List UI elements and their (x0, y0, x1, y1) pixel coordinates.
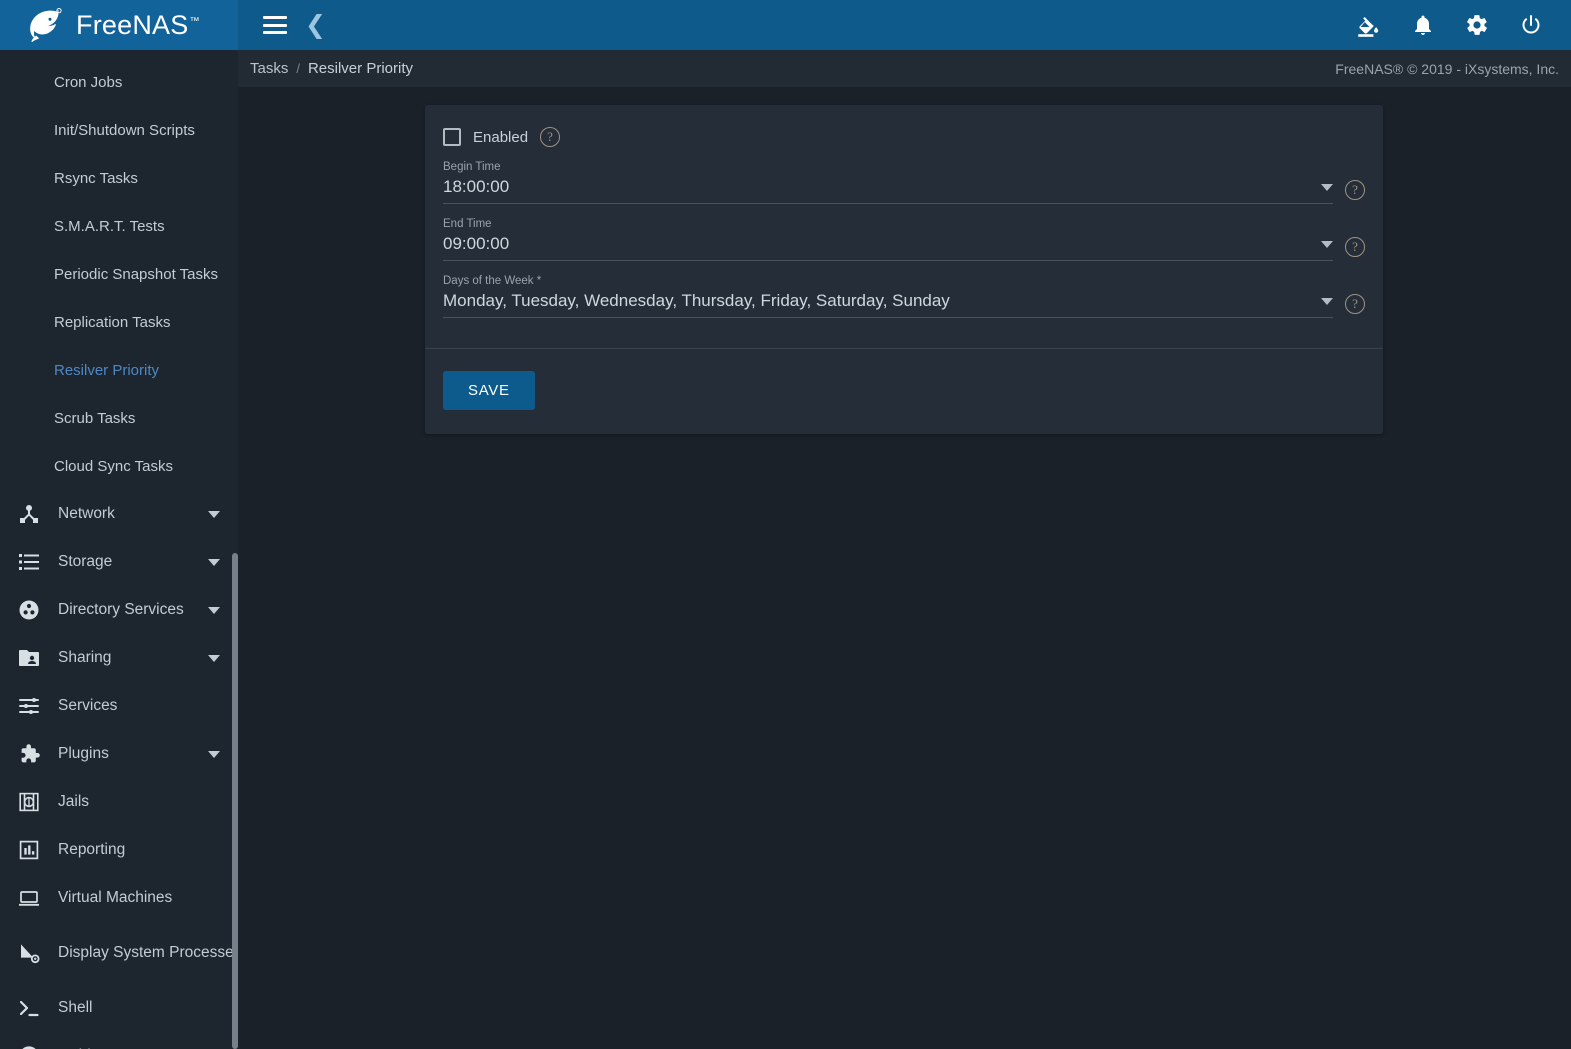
sidebar-item-jails[interactable]: Jails (0, 778, 238, 826)
sidebar-item-label: Plugins (58, 744, 109, 762)
theme-icon[interactable] (1355, 12, 1381, 38)
laptop-icon (14, 883, 44, 913)
sidebar-subitem-rsync-tasks[interactable]: Rsync Tasks (0, 154, 238, 202)
begin-time-input[interactable]: 18:00:00 (443, 177, 1321, 197)
enabled-row: Enabled ? (443, 127, 1365, 147)
sidebar-item-label: Shell (58, 998, 93, 1016)
hamburger-menu-icon[interactable] (263, 16, 287, 34)
chevron-left-icon[interactable]: ❮ (305, 12, 326, 38)
sidebar-item-label: Network (58, 504, 115, 522)
sidebar-item-virtual-machines[interactable]: Virtual Machines (0, 874, 238, 922)
breadcrumb-current: Resilver Priority (307, 60, 413, 77)
puzzle-piece-icon (14, 739, 44, 769)
resilver-priority-form-card: Enabled ? Begin Time 18:00:00? End Time 09:… (425, 105, 1383, 434)
sidebar-item-label: Jails (58, 792, 90, 810)
device-hub-icon (14, 499, 44, 529)
save-button[interactable]: SAVE (443, 371, 535, 410)
enabled-label: Enabled (473, 128, 529, 146)
sidebar-subitem-init-shutdown-scripts[interactable]: Init/Shutdown Scripts (0, 106, 238, 154)
topbar-actions (1355, 12, 1571, 38)
days-of-the-week-input[interactable]: Monday, Tuesday, Wednesday, Thursday, Fr… (443, 291, 1321, 311)
directory-services-icon (14, 595, 44, 625)
field-label: End Time (443, 218, 492, 230)
sidebar-subitem-resilver-priority[interactable]: Resilver Priority (0, 346, 238, 394)
enabled-checkbox[interactable] (443, 128, 461, 146)
info-circle-icon (14, 1041, 44, 1049)
breadcrumb-root[interactable]: Tasks (250, 60, 288, 77)
enabled-help-icon[interactable]: ? (540, 127, 561, 147)
field-label: Begin Time (443, 161, 501, 173)
brand-name: FreeNAS™ (76, 9, 200, 40)
sidebar-subitem-periodic-snapshot-tasks[interactable]: Periodic Snapshot Tasks (0, 250, 238, 298)
begin-time-help-icon[interactable]: ? (1345, 180, 1365, 200)
sidebar-item-network[interactable]: Network (0, 490, 238, 538)
notifications-bell-icon[interactable] (1411, 13, 1435, 37)
breadcrumb-separator: / (296, 61, 300, 76)
top-app-bar: R FreeNAS™ ❮ (0, 0, 1571, 50)
power-icon[interactable] (1519, 13, 1543, 37)
sidebar-subitem-replication-tasks[interactable]: Replication Tasks (0, 298, 238, 346)
chevron-down-icon[interactable] (208, 510, 220, 518)
sidebar-subitem-cloud-sync-tasks[interactable]: Cloud Sync Tasks (0, 442, 238, 490)
chevron-down-icon[interactable] (208, 750, 220, 758)
field-end-time: End Time 09:00:00? (443, 218, 1365, 261)
sidebar-subitem-cron-jobs[interactable]: Cron Jobs (0, 58, 238, 106)
sidebar-nav: Cron Jobs Init/Shutdown Scripts Rsync Task… (0, 50, 238, 1049)
terminal-prompt-icon (14, 993, 44, 1023)
folder-shared-icon (14, 643, 44, 673)
field-days-of-the-week: Days of the Week * Monday, Tuesday, Wedne… (443, 275, 1365, 318)
system-processes-icon (14, 938, 44, 968)
main-content: Enabled ? Begin Time 18:00:00? End Time 09:… (238, 87, 1571, 1049)
sidebar-item-services[interactable]: Services (0, 682, 238, 730)
sidebar-item-label: Guide (58, 1046, 238, 1049)
sidebar-item-label: Services (58, 696, 118, 714)
end-time-help-icon[interactable]: ? (1345, 237, 1365, 257)
sidebar-item-display-system-processes[interactable]: Display System Processes (0, 922, 238, 984)
sidebar-item-reporting[interactable]: Reporting (0, 826, 238, 874)
jails-icon (14, 787, 44, 817)
chevron-down-icon[interactable] (208, 558, 220, 566)
sidebar-item-plugins[interactable]: Plugins (0, 730, 238, 778)
chevron-down-icon[interactable] (1321, 240, 1333, 248)
sidebar-item-label: Reporting (58, 840, 126, 858)
sidebar-item-label: Display System Processes (58, 943, 238, 961)
field-begin-time: Begin Time 18:00:00? (443, 161, 1365, 204)
sliders-icon (14, 691, 44, 721)
field-label: Days of the Week * (443, 275, 542, 287)
sidebar-item-label: Sharing (58, 648, 112, 666)
sidebar-item-label: Storage (58, 552, 113, 570)
sidebar-item-directory-services[interactable]: Directory Services (0, 586, 238, 634)
storage-list-icon (14, 547, 44, 577)
end-time-input[interactable]: 09:00:00 (443, 234, 1321, 254)
chevron-down-icon[interactable] (208, 606, 220, 614)
sidebar-subitem-scrub-tasks[interactable]: Scrub Tasks (0, 394, 238, 442)
bar-chart-icon (14, 835, 44, 865)
sidebar-item-sharing[interactable]: Sharing (0, 634, 238, 682)
sidebar-item-storage[interactable]: Storage (0, 538, 238, 586)
sidebar-item-label: Directory Services (58, 600, 184, 618)
sidebar-item-shell[interactable]: Shell (0, 984, 238, 1032)
chevron-down-icon[interactable] (1321, 183, 1333, 191)
chevron-down-icon[interactable] (208, 654, 220, 662)
copyright-text: FreeNAS® © 2019 - iXsystems, Inc. (1335, 60, 1559, 77)
brand-logo-area[interactable]: R FreeNAS™ (0, 0, 238, 50)
card-footer: SAVE (425, 349, 1383, 434)
days-of-the-week-help-icon[interactable]: ? (1345, 294, 1365, 314)
breadcrumb-bar: Tasks / Resilver Priority FreeNAS® © 201… (238, 50, 1571, 87)
chevron-down-icon[interactable] (1321, 297, 1333, 305)
freenas-fish-logo-icon: R (24, 8, 66, 42)
sidebar-item-guide[interactable]: Guide (0, 1032, 238, 1049)
sidebar-subitem-s-m-a-r-t-tests[interactable]: S.M.A.R.T. Tests (0, 202, 238, 250)
settings-gear-icon[interactable] (1465, 13, 1489, 37)
sidebar-item-label: Virtual Machines (58, 888, 173, 906)
